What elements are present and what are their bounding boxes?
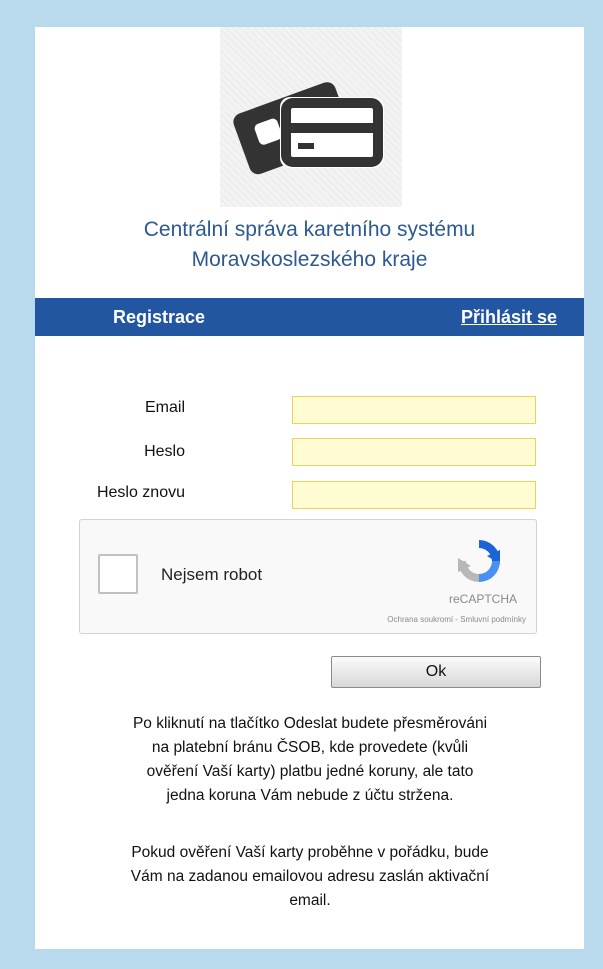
info-line: ověření Vaší karty) platbu jedné koruny,… (146, 763, 474, 780)
info-paragraph-2: Pokud ověření Vaší karty proběhne v pořá… (65, 841, 555, 913)
recaptcha-links[interactable]: Ochrana soukromí - Smluvní podmínky (316, 615, 526, 624)
password-repeat-field[interactable] (292, 481, 536, 509)
registration-panel: Centrální správa karetního systému Morav… (35, 27, 584, 949)
info-line: jedna koruna Vám nebude z účtu stržena. (166, 787, 454, 804)
password-repeat-label: Heslo znovu (96, 484, 185, 501)
email-label: Email (144, 399, 185, 416)
cards-logo-icon (233, 82, 384, 175)
recaptcha-label: Nejsem robot (161, 565, 263, 584)
site-title-line1: Centrální správa karetního systému (143, 218, 476, 241)
site-title: Centrální správa karetního systému Morav… (35, 215, 584, 275)
info-line: na platební bránu ČSOB, kde provedete (k… (151, 739, 469, 756)
nav-register[interactable]: Registrace (113, 307, 205, 328)
password-field[interactable] (292, 438, 536, 466)
recaptcha-icon (458, 540, 500, 582)
info-line: Pokud ověření Vaší karty proběhne v pořá… (131, 844, 489, 861)
info-line: email. (289, 892, 331, 909)
info-paragraph-1: Po kliknutí na tlačítko Odeslat budete p… (65, 712, 555, 808)
nav-bar: Registrace Přihlásit se (35, 298, 584, 336)
info-line: Vám na zadanou emailovou adresu zaslán a… (130, 868, 490, 885)
recaptcha-checkbox[interactable] (98, 554, 138, 594)
logo-area (220, 27, 402, 207)
site-title-line2: Moravskoslezského kraje (191, 248, 428, 271)
password-label: Heslo (144, 443, 185, 460)
info-line: Po kliknutí na tlačítko Odeslat budete p… (132, 715, 488, 732)
login-link[interactable]: Přihlásit se (461, 307, 557, 328)
recaptcha-brand: reCAPTCHA (448, 592, 517, 606)
ok-button[interactable]: Ok (331, 656, 541, 688)
recaptcha-widget: Nejsem robot reCAPTCHA Ochrana soukromí … (79, 519, 537, 634)
email-field[interactable] (292, 396, 536, 424)
